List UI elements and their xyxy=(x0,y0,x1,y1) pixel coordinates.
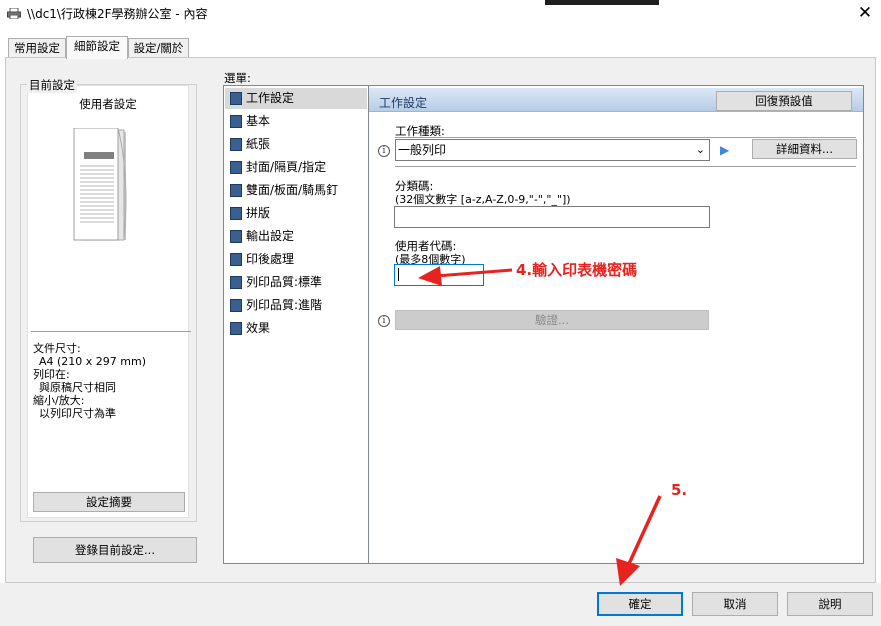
menu-item-duplex[interactable]: 雙面/板面/騎馬釘 xyxy=(225,180,367,201)
user-code-label: 使用者代碼: xyxy=(395,239,457,253)
menu-item-imposition[interactable]: 拼版 xyxy=(225,203,367,224)
classification-hint: (32個文數字 [a-z,A-Z,0-9,"-","_"]) xyxy=(395,193,571,206)
menu-item-job-settings[interactable]: 工作設定 xyxy=(225,88,367,109)
menu-item-quality-advanced[interactable]: 列印品質:進階 xyxy=(225,295,367,316)
menu-label: 選單: xyxy=(224,71,251,85)
step4-annotation: 4.輸入印表機密碼 xyxy=(516,261,638,279)
finishing-icon xyxy=(230,253,242,266)
cancel-button[interactable]: 取消 xyxy=(692,592,778,616)
menu-item-cover[interactable]: 封面/隔頁/指定 xyxy=(225,157,367,178)
menu-item-label: 拼版 xyxy=(246,206,271,220)
output-icon xyxy=(230,230,242,243)
title-bar: \\dc1\行政棟2F學務辦公室 - 內容 ✕ xyxy=(0,0,881,30)
menu-item-label: 輸出設定 xyxy=(246,229,295,243)
paper-size-value: A4 (210 x 297 mm) xyxy=(39,355,147,368)
restore-defaults-button[interactable]: 回復預設值 xyxy=(716,91,852,111)
menu-item-label: 印後處理 xyxy=(246,252,295,266)
duplex-icon xyxy=(230,184,242,197)
menu-item-label: 列印品質:標準 xyxy=(246,275,323,289)
quality-standard-icon xyxy=(230,276,242,289)
menu-item-basic[interactable]: 基本 xyxy=(225,111,367,132)
section-divider xyxy=(395,166,856,167)
quality-advanced-icon xyxy=(230,299,242,312)
settings-summary-button[interactable]: 設定摘要 xyxy=(33,492,185,512)
classification-input[interactable] xyxy=(394,206,710,228)
info-icon[interactable]: i xyxy=(378,315,390,327)
print-on-value: 與原稿尺寸相同 xyxy=(39,381,116,394)
imposition-icon xyxy=(230,207,242,220)
menu-item-label: 雙面/板面/騎馬釘 xyxy=(246,183,339,197)
classification-label: 分類碼: xyxy=(395,179,434,193)
job-settings-icon xyxy=(230,92,242,105)
basic-icon xyxy=(230,115,242,128)
chevron-down-icon: ⌄ xyxy=(695,143,705,156)
window-title: \\dc1\行政棟2F學務辦公室 - 內容 xyxy=(27,7,208,21)
print-on-label: 列印在: xyxy=(33,368,70,381)
close-button[interactable]: ✕ xyxy=(850,0,880,26)
preview-divider xyxy=(31,331,191,332)
paper-icon xyxy=(230,138,242,151)
info-icon[interactable]: i xyxy=(378,145,390,157)
register-settings-button[interactable]: 登錄目前設定... xyxy=(33,537,197,563)
verify-button[interactable]: 驗證... xyxy=(395,310,709,330)
menu-item-label: 基本 xyxy=(246,114,271,128)
menu-item-paper[interactable]: 紙張 xyxy=(225,134,367,155)
printer-icon xyxy=(7,8,21,19)
ok-button[interactable]: 確定 xyxy=(597,592,683,616)
tab-detailed-settings[interactable]: 細節設定 xyxy=(66,36,128,59)
step5-annotation: 5. xyxy=(671,481,688,499)
panel-title: 工作設定 xyxy=(379,96,428,110)
title-bar-overlay xyxy=(545,0,659,5)
zoom-value: 以列印尺寸為準 xyxy=(39,407,116,420)
menu-item-output[interactable]: 輸出設定 xyxy=(225,226,367,247)
details-button[interactable]: 詳細資料... xyxy=(752,139,857,159)
tab-settings-about[interactable]: 設定/關於 xyxy=(128,38,189,58)
user-code-input[interactable] xyxy=(394,264,484,286)
menu-item-quality-standard[interactable]: 列印品質:標準 xyxy=(225,272,367,293)
play-icon[interactable]: ▶ xyxy=(720,143,729,157)
preview-title: 使用者設定 xyxy=(79,97,137,111)
menu-item-label: 效果 xyxy=(246,321,271,335)
help-button[interactable]: 說明 xyxy=(787,592,873,616)
document-preview-icon xyxy=(73,128,127,241)
text-caret xyxy=(398,268,399,281)
paper-size-label: 文件尺寸: xyxy=(33,342,81,355)
cover-icon xyxy=(230,161,242,174)
settings-info: 文件尺寸: A4 (210 x 297 mm) 列印在: 與原稿尺寸相同 縮小/… xyxy=(33,342,146,420)
menu-list: 工作設定 基本 紙張 封面/隔頁/指定 雙面/板面/騎馬釘 拼版 輸出設定 印後… xyxy=(223,85,369,564)
effects-icon xyxy=(230,322,242,335)
menu-item-label: 封面/隔頁/指定 xyxy=(246,160,327,174)
tab-common-settings[interactable]: 常用設定 xyxy=(8,38,66,58)
menu-item-label: 紙張 xyxy=(246,137,271,151)
job-type-value: 一般列印 xyxy=(398,143,447,157)
menu-item-finishing[interactable]: 印後處理 xyxy=(225,249,367,270)
menu-item-effects[interactable]: 效果 xyxy=(225,318,367,339)
current-settings-legend: 目前設定 xyxy=(27,77,77,93)
job-type-select[interactable]: 一般列印 ⌄ xyxy=(395,139,710,161)
job-type-divider xyxy=(395,137,856,138)
menu-item-label: 列印品質:進階 xyxy=(246,298,323,312)
zoom-label: 縮小/放大: xyxy=(33,394,85,407)
menu-item-label: 工作設定 xyxy=(246,91,295,105)
